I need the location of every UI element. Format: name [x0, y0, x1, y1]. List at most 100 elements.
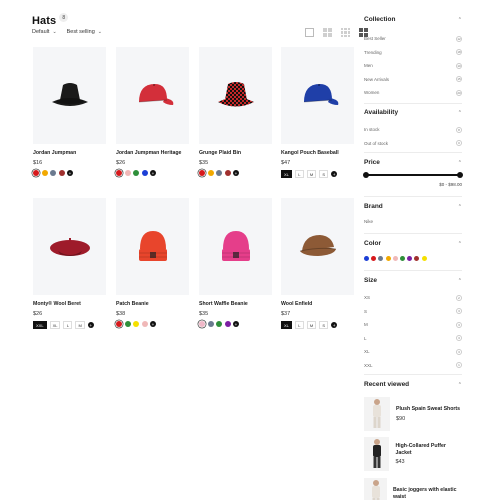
recent-item[interactable]: Basic joggers with elastic waist [364, 478, 462, 500]
more-options-icon[interactable]: + [67, 170, 73, 176]
more-options-icon[interactable]: + [233, 321, 239, 327]
product-card[interactable]: Jordan Jumpman $16 + [33, 47, 106, 176]
color-filter-swatch[interactable] [378, 256, 384, 261]
product-card[interactable]: Wool Enfield $37 XL L M S + [281, 198, 354, 329]
filter-option[interactable]: New Arrivals 15 [364, 73, 462, 87]
price-min-handle[interactable] [363, 172, 369, 178]
color-filter-swatch[interactable] [385, 256, 391, 261]
filter-option[interactable]: XL 3 [364, 345, 462, 359]
size-option[interactable]: M [75, 321, 85, 329]
color-filter-swatch[interactable] [392, 256, 398, 261]
recent-item-name[interactable]: Plush Spain Sweat Shorts [396, 406, 460, 413]
product-card[interactable]: Grunge Plaid Bin $35 + [199, 47, 272, 176]
color-swatch[interactable] [224, 170, 231, 176]
grid-3-icon[interactable] [341, 28, 350, 37]
filter-option[interactable]: S3 [364, 305, 462, 319]
size-option[interactable]: M [306, 321, 317, 329]
color-swatch[interactable] [50, 170, 56, 176]
product-name[interactable]: Grunge Plaid Bin [199, 150, 272, 156]
default-dropdown[interactable]: Default ⌄ [32, 29, 57, 35]
color-filter-swatch[interactable] [364, 256, 369, 261]
filter-option[interactable]: XXL 1 [364, 359, 462, 373]
list-view-icon[interactable] [305, 28, 314, 37]
color-swatch[interactable] [199, 321, 205, 327]
more-options-icon[interactable]: + [87, 322, 94, 328]
recent-item-name[interactable]: Basic joggers with elastic waist [393, 487, 462, 500]
color-swatch[interactable] [224, 321, 231, 327]
product-image[interactable] [33, 47, 106, 144]
color-filter-swatch[interactable] [421, 256, 427, 261]
size-option[interactable]: XXL [33, 321, 47, 329]
more-options-icon[interactable]: + [150, 321, 156, 327]
size-option[interactable]: L [294, 170, 304, 178]
color-filter-swatch[interactable] [414, 256, 420, 261]
color-swatch[interactable] [133, 170, 139, 176]
product-image[interactable] [199, 47, 272, 144]
product-card[interactable]: Kangol Pouch Baseball $47 XL L M S + [281, 47, 354, 178]
color-swatch[interactable] [207, 321, 214, 327]
size-option[interactable]: XL [49, 321, 61, 329]
more-options-icon[interactable]: + [331, 171, 338, 177]
color-swatch[interactable] [216, 321, 222, 327]
size-option[interactable]: S [319, 170, 329, 178]
recent-viewed-header[interactable]: Recent viewed ⌃ [364, 381, 462, 388]
price-max-handle[interactable] [457, 172, 463, 178]
collection-filter-header[interactable]: Collection ⌃ [364, 16, 462, 23]
size-filter-header[interactable]: Size ⌃ [364, 277, 462, 284]
product-card[interactable]: Patch Beanie $38 + [116, 198, 189, 327]
color-swatch[interactable] [124, 170, 131, 176]
product-image[interactable] [116, 198, 189, 295]
product-name[interactable]: Short Waffle Beanie [199, 301, 272, 307]
color-swatch[interactable] [199, 170, 205, 176]
product-name[interactable]: Jordan Jumpman [33, 150, 106, 156]
color-swatch[interactable] [58, 170, 65, 176]
color-swatch[interactable] [133, 321, 139, 327]
product-card[interactable]: Jordan Jumpman Heritage $26 + [116, 47, 189, 176]
color-swatch[interactable] [116, 321, 122, 327]
filter-option[interactable]: Men 10 [364, 59, 462, 73]
recent-item[interactable]: Plush Spain Sweat Shorts $90 [364, 397, 462, 431]
more-options-icon[interactable]: + [331, 322, 338, 328]
size-option[interactable]: M [306, 170, 317, 178]
filter-option[interactable]: L3 [364, 332, 462, 346]
filter-option[interactable]: Out of stock 0 [364, 137, 462, 151]
product-image[interactable] [281, 198, 354, 295]
product-name[interactable]: Monty® Wool Beret [33, 301, 106, 307]
product-name[interactable]: Kangol Pouch Baseball [281, 150, 354, 156]
brand-filter-header[interactable]: Brand ⌃ [364, 203, 462, 210]
more-options-icon[interactable]: + [233, 170, 239, 176]
filter-option[interactable]: Nike [364, 217, 462, 226]
sort-dropdown[interactable]: Best selling ⌄ [67, 29, 102, 35]
more-options-icon[interactable]: + [150, 170, 156, 176]
color-swatch[interactable] [33, 170, 39, 176]
recent-item-image[interactable] [364, 397, 390, 431]
size-option[interactable]: S [319, 321, 329, 329]
color-swatch[interactable] [124, 321, 131, 327]
price-filter-header[interactable]: Price ⌃ [364, 159, 462, 166]
recent-item-name[interactable]: High-Collared Puffer Jacket [395, 443, 462, 457]
product-image[interactable] [33, 198, 106, 295]
color-swatch[interactable] [216, 170, 222, 176]
filter-option[interactable]: XS 2 [364, 291, 462, 305]
product-image[interactable] [116, 47, 189, 144]
recent-item[interactable]: High-Collared Puffer Jacket $43 [364, 437, 462, 471]
filter-option[interactable]: M3 [364, 318, 462, 332]
product-name[interactable]: Patch Beanie [116, 301, 189, 307]
size-option[interactable]: XL [281, 170, 292, 178]
recent-item-image[interactable] [364, 437, 390, 471]
price-range-slider[interactable] [363, 172, 463, 178]
color-swatch[interactable] [207, 170, 214, 176]
color-filter-swatch[interactable] [407, 256, 413, 261]
color-swatch[interactable] [41, 170, 48, 176]
size-option[interactable]: L [63, 321, 73, 329]
recent-item-image[interactable] [364, 478, 388, 500]
product-name[interactable]: Jordan Jumpman Heritage [116, 150, 189, 156]
color-swatch[interactable] [116, 170, 122, 176]
availability-filter-header[interactable]: Availability ⌃ [364, 109, 462, 116]
product-image[interactable] [281, 47, 354, 144]
product-card[interactable]: Short Waffle Beanie $35 + [199, 198, 272, 327]
color-swatch[interactable] [141, 170, 148, 176]
grid-2-icon[interactable] [323, 28, 332, 37]
filter-option[interactable]: Best Seller 12 [364, 32, 462, 46]
color-filter-swatch[interactable] [399, 256, 405, 261]
